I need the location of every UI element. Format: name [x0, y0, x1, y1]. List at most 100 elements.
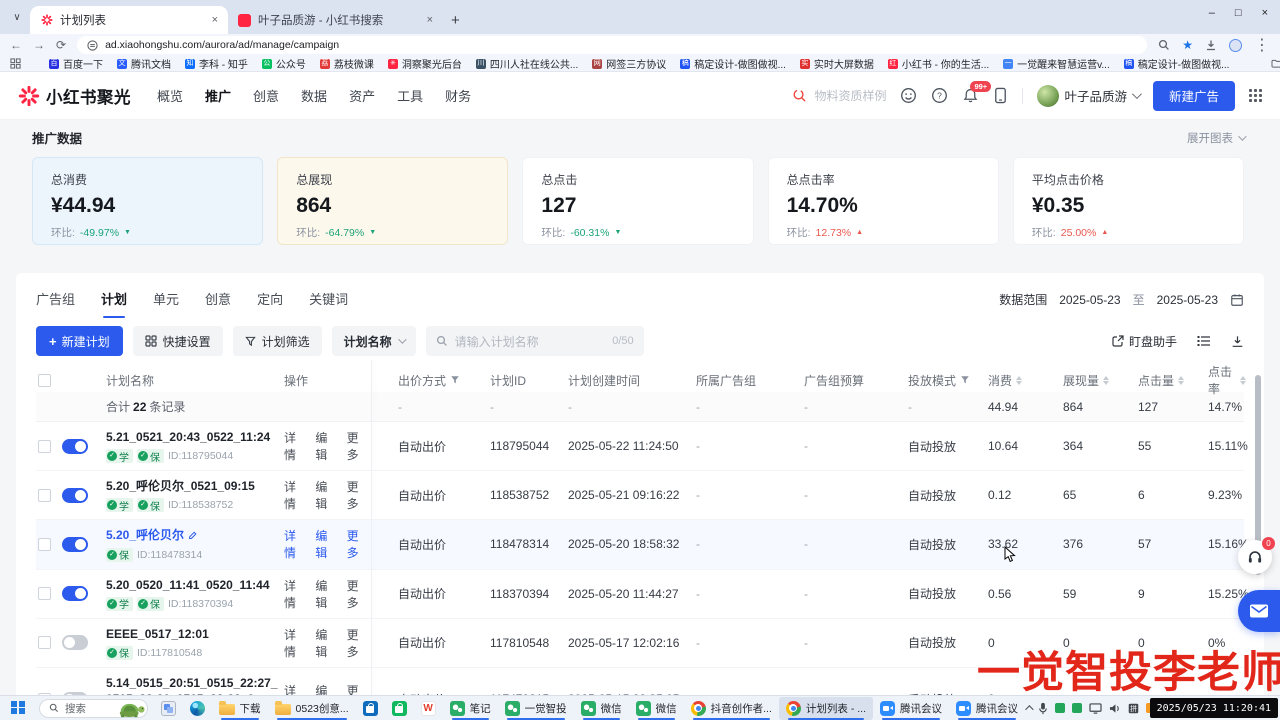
nav-item-推广[interactable]: 推广 — [205, 82, 231, 109]
taskbar-item-抖音创作者...[interactable]: 抖音创作者... — [684, 697, 779, 720]
downloads-icon[interactable] — [1205, 39, 1217, 51]
bookmark-item[interactable]: 荔荔枝微课 — [320, 56, 374, 71]
column-header-cost[interactable]: 消费 — [986, 372, 1061, 389]
action-详情[interactable]: 详情 — [284, 478, 305, 512]
calendar-icon[interactable] — [1230, 293, 1244, 307]
action-编辑[interactable]: 编辑 — [315, 626, 336, 660]
bookmark-item[interactable]: 实实时大屏数据 — [800, 56, 874, 71]
row-checkbox[interactable] — [38, 489, 51, 502]
monitor-assistant-link[interactable]: 盯盘助手 — [1112, 333, 1177, 350]
profile-avatar-icon[interactable] — [1229, 39, 1242, 52]
nav-item-概览[interactable]: 概览 — [157, 82, 183, 109]
new-tab-button[interactable]: + — [451, 12, 460, 29]
column-header-ops[interactable]: 操作 — [284, 368, 372, 392]
bookmark-item[interactable]: ✳洞察聚光后台 — [388, 56, 462, 71]
bookmark-item[interactable]: 公公众号 — [262, 56, 306, 71]
plan-status-toggle[interactable] — [62, 635, 88, 650]
date-end[interactable]: 2025-05-23 — [1157, 293, 1218, 307]
tab-计划[interactable]: 计划 — [101, 289, 127, 310]
sort-icons[interactable] — [1240, 376, 1246, 385]
expand-chart-toggle[interactable]: 展开图表 — [1187, 130, 1244, 146]
mobile-preview-icon[interactable] — [993, 87, 1008, 104]
taskbar-item-微信[interactable]: 微信 — [629, 697, 684, 720]
column-header-mode[interactable]: 投放模式 — [906, 372, 986, 389]
plan-name[interactable]: EEEE_0517_12:01 — [106, 626, 280, 642]
browser-tab-1[interactable]: 叶子品质游 - 小红书搜索× — [228, 6, 443, 34]
column-settings-icon[interactable] — [1197, 335, 1211, 347]
row-checkbox[interactable] — [38, 538, 51, 551]
site-info-icon[interactable] — [87, 40, 98, 51]
column-header-imp[interactable]: 展现量 — [1061, 372, 1136, 389]
bookmark-item[interactable]: 红小红书 - 你的生活... — [888, 56, 989, 71]
nav-item-创意[interactable]: 创意 — [253, 82, 279, 109]
row-checkbox[interactable] — [38, 636, 51, 649]
column-header-time[interactable]: 计划创建时间 — [566, 372, 694, 389]
back-icon[interactable]: ← — [10, 39, 22, 51]
close-icon[interactable]: × — [427, 14, 433, 26]
select-all-checkbox[interactable] — [38, 374, 51, 387]
kebab-menu-icon[interactable]: ⋮ — [1254, 35, 1270, 55]
minimize-button[interactable]: – — [1209, 7, 1215, 19]
nav-item-工具[interactable]: 工具 — [397, 82, 423, 109]
sort-icons[interactable] — [1178, 376, 1184, 385]
apps-grid-icon[interactable] — [10, 58, 21, 69]
date-start[interactable]: 2025-05-23 — [1059, 293, 1120, 307]
nav-item-数据[interactable]: 数据 — [301, 82, 327, 109]
funnel-icon[interactable] — [450, 375, 460, 385]
taskbar-item-mall[interactable] — [385, 697, 414, 720]
microphone-icon[interactable] — [1038, 702, 1048, 715]
taskbar-item-计划列表 - ...[interactable]: 计划列表 - ... — [779, 697, 873, 720]
address-bar[interactable]: ad.xiaohongshu.com/aurora/ad/manage/camp… — [77, 36, 1147, 54]
tab-search-chevron-icon[interactable]: ∨ — [6, 6, 28, 28]
help-icon[interactable]: ? — [931, 87, 948, 104]
all-bookmarks[interactable]: 所有书签 — [1271, 56, 1280, 71]
plan-name[interactable]: 5.21_0521_20:43_0522_11:24 — [106, 429, 280, 445]
action-编辑[interactable]: 编辑 — [315, 527, 336, 561]
plan-status-toggle[interactable] — [62, 488, 88, 503]
tab-定向[interactable]: 定向 — [257, 289, 283, 310]
lens-icon[interactable] — [1158, 39, 1170, 51]
row-checkbox[interactable] — [38, 440, 51, 453]
column-header-group[interactable]: 所属广告组 — [694, 372, 802, 389]
plan-status-toggle[interactable] — [62, 586, 88, 601]
taskbar-item-wps[interactable]: W — [414, 697, 443, 720]
feedback-smiley-icon[interactable] — [900, 87, 917, 104]
action-详情[interactable]: 详情 — [284, 527, 305, 561]
nav-item-资产[interactable]: 资产 — [349, 82, 375, 109]
action-详情[interactable]: 详情 — [284, 626, 305, 660]
funnel-icon[interactable] — [960, 375, 970, 385]
plan-name[interactable]: 5.20_呼伦贝尔_0521_09:15 — [106, 478, 280, 494]
input-method-icon[interactable]: 拼 — [1128, 703, 1139, 714]
forward-icon[interactable]: → — [33, 39, 45, 51]
close-button[interactable]: × — [1262, 7, 1268, 19]
column-header-budget[interactable]: 广告组预算 — [802, 372, 906, 389]
message-center-button[interactable] — [1238, 590, 1280, 632]
tab-关键词[interactable]: 关键词 — [309, 289, 348, 310]
taskbar-item-腾讯会议[interactable]: 腾讯会议 — [873, 697, 949, 720]
new-plan-button[interactable]: + 新建计划 — [36, 326, 123, 356]
bookmark-item[interactable]: 一一觉醒来智慧运营v... — [1003, 56, 1110, 71]
notifications-bell-icon[interactable]: 99+ — [962, 87, 979, 104]
action-更多[interactable]: 更多 — [347, 527, 368, 561]
tray-expand-icon[interactable] — [1025, 705, 1033, 713]
plan-name[interactable]: 5.20_呼伦贝尔 — [106, 527, 280, 543]
plan-name[interactable]: 5.20_0520_11:41_0520_11:44 — [106, 577, 280, 593]
brand-logo[interactable]: 小红书聚光 — [18, 84, 131, 108]
taskbar-item-edge[interactable] — [183, 697, 212, 720]
customer-service-widget[interactable]: 0 — [1238, 540, 1272, 574]
action-编辑[interactable]: 编辑 — [315, 478, 336, 512]
taskbar-item-下载[interactable]: 下载 — [212, 697, 268, 720]
turtle-image[interactable] — [117, 697, 147, 720]
action-编辑[interactable]: 编辑 — [315, 429, 336, 463]
bookmark-item[interactable]: 知李科 - 知乎 — [185, 56, 248, 71]
close-icon[interactable]: × — [212, 14, 218, 26]
plan-status-toggle[interactable] — [62, 537, 88, 552]
tab-广告组[interactable]: 广告组 — [36, 289, 75, 310]
bookmark-star-icon[interactable]: ★ — [1182, 38, 1193, 52]
row-checkbox[interactable] — [38, 587, 51, 600]
bookmark-item[interactable]: 稿稿定设计-做图做视... — [1124, 56, 1230, 71]
action-更多[interactable]: 更多 — [347, 478, 368, 512]
column-header-name[interactable]: 计划名称 — [106, 372, 284, 389]
action-编辑[interactable]: 编辑 — [315, 577, 336, 611]
browser-tab-0[interactable]: 计划列表× — [30, 6, 228, 34]
